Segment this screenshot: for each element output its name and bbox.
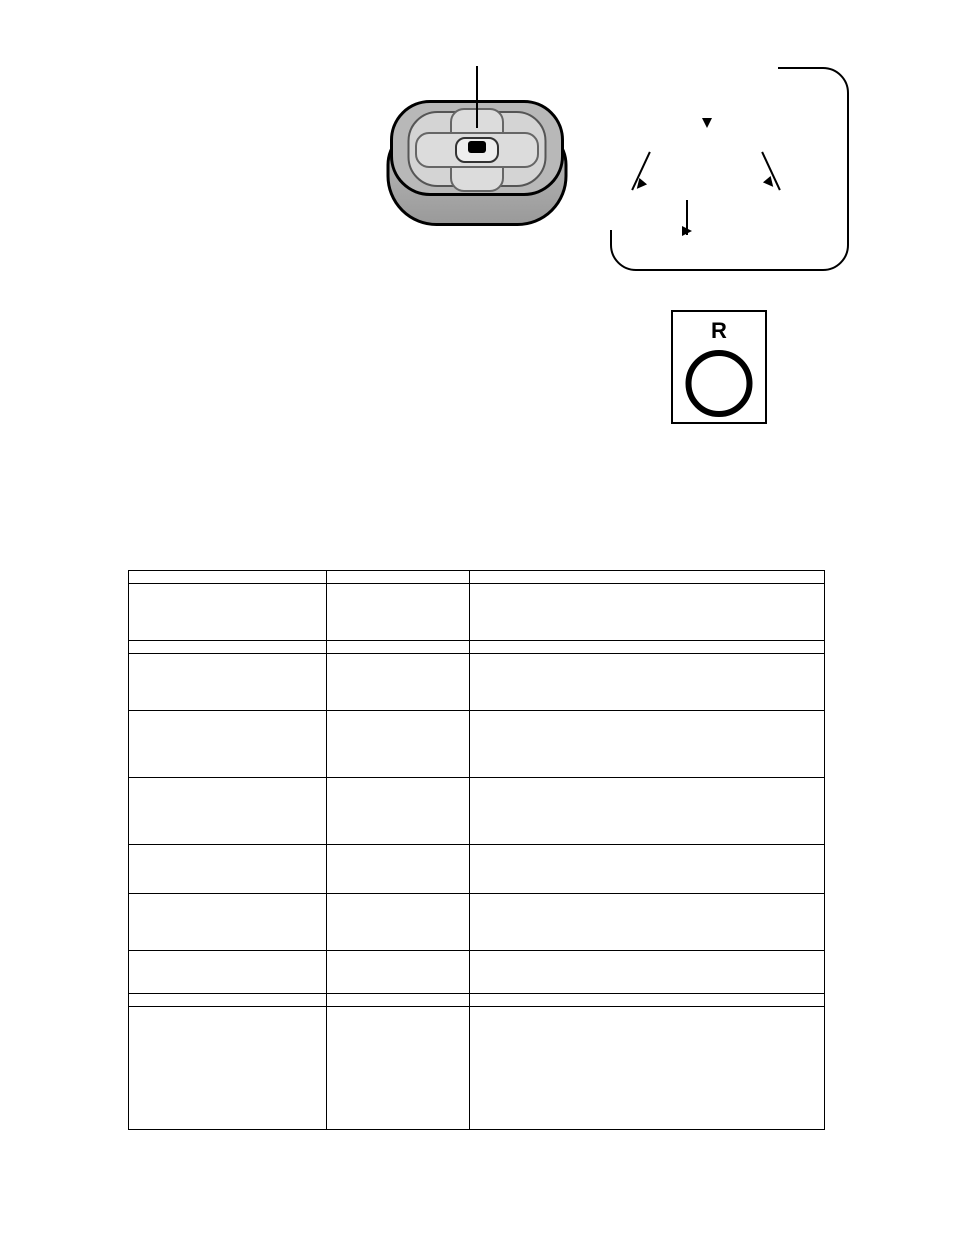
table-row xyxy=(129,711,825,778)
table-header-row xyxy=(129,571,825,584)
arrow-down-icon xyxy=(702,118,712,128)
table-cell xyxy=(327,845,470,894)
table-cell xyxy=(327,951,470,994)
table-header-cell xyxy=(327,571,470,584)
table-cell xyxy=(327,654,470,711)
table-cell xyxy=(129,1007,327,1130)
table-cell xyxy=(129,951,327,994)
knob-center-mark xyxy=(468,141,486,153)
table-cell xyxy=(470,1007,825,1130)
table-row xyxy=(129,584,825,641)
table-cell xyxy=(470,641,825,654)
table-cell xyxy=(470,778,825,845)
callout-line-up-icon xyxy=(476,66,478,128)
table-cell xyxy=(327,641,470,654)
figure-2-frame: R xyxy=(671,310,767,424)
table-cell xyxy=(129,994,327,1007)
table-cell xyxy=(327,584,470,641)
table-cell xyxy=(129,845,327,894)
document-page: R xyxy=(0,0,954,1235)
table-row xyxy=(129,845,825,894)
specification-table xyxy=(128,570,825,1130)
table-row xyxy=(129,641,825,654)
table-cell xyxy=(129,654,327,711)
table-cell xyxy=(327,778,470,845)
table-cell xyxy=(129,584,327,641)
table-cell xyxy=(470,894,825,951)
table-cell xyxy=(470,654,825,711)
return-button-icon xyxy=(686,350,753,417)
table-cell xyxy=(129,778,327,845)
table-cell xyxy=(327,994,470,1007)
table-cell xyxy=(129,711,327,778)
table-row xyxy=(129,994,825,1007)
table-row xyxy=(129,1007,825,1130)
table-cell xyxy=(327,711,470,778)
table-cell xyxy=(129,641,327,654)
table-row xyxy=(129,778,825,845)
table-cell xyxy=(470,845,825,894)
table-cell xyxy=(470,584,825,641)
table-cell xyxy=(470,711,825,778)
table-cell xyxy=(327,894,470,951)
arrow-left-icon xyxy=(682,226,697,236)
table-header-cell xyxy=(129,571,327,584)
figure-1-frame xyxy=(610,67,849,271)
table-cell xyxy=(470,951,825,994)
table-row xyxy=(129,951,825,994)
table-cell xyxy=(129,894,327,951)
return-button-label: R xyxy=(711,318,727,344)
table-header-cell xyxy=(470,571,825,584)
table-row xyxy=(129,654,825,711)
table-row xyxy=(129,894,825,951)
table-cell xyxy=(470,994,825,1007)
table-cell xyxy=(327,1007,470,1130)
